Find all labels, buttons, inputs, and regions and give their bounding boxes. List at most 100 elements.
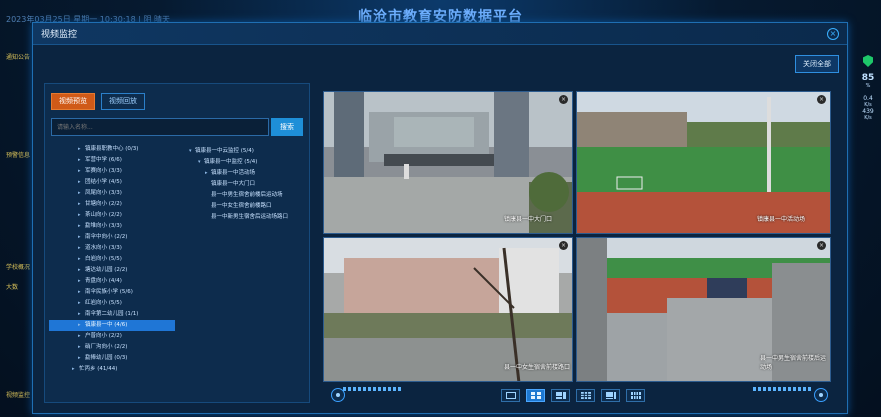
tree-item[interactable]: ▸ 南伞中向小 (2/2) [45, 232, 185, 243]
search-button[interactable]: 搜索 [271, 118, 303, 136]
chevron-right-icon: ▸ [78, 223, 81, 229]
video-monitor-modal: 视频监控 × 关闭全部 视频预览 视频回放 搜索 ▸镇康县职教中心 (0/3) … [32, 22, 848, 414]
tree-item[interactable]: ▸ 凤尾向小 (3/3) [45, 188, 185, 199]
tab-video-preview[interactable]: 视频预览 [51, 93, 95, 110]
bg-left-label: 大数 [6, 284, 19, 291]
layout-1plus5-icon [555, 392, 566, 399]
tree-item[interactable]: ▸ 硝厂沟向小 (2/2) [45, 342, 185, 353]
video-cell[interactable]: × 县一中女生宿舍前楼路口 [323, 237, 573, 382]
decorative-dashes [343, 387, 403, 391]
camera-feed-gate [324, 92, 572, 233]
playback-toolbar [325, 384, 832, 406]
video-cell[interactable]: × 镇康县一中大门口 [323, 91, 573, 234]
chevron-right-icon: ▸ [78, 344, 81, 350]
tree-item[interactable]: ▸ 镇康县一中活动场 [185, 168, 311, 179]
cpu-value: 85 [861, 73, 875, 83]
chevron-right-icon: ▸ [78, 256, 81, 262]
layout-1plus7-icon [605, 392, 616, 399]
video-cell[interactable]: × 镇康县一中活动场 [576, 91, 831, 234]
layout-3x3-button[interactable] [576, 389, 595, 402]
layout-4x4-button[interactable] [626, 389, 645, 402]
cpu-unit: % [865, 83, 871, 89]
layout-1plus5-button[interactable] [551, 389, 570, 402]
tree-item[interactable]: ▸ 南伞民族小学 (5/6) [45, 287, 185, 298]
tree-item[interactable]: ▸ 户普向小 (2/2) [45, 331, 185, 342]
chevron-down-icon: ▾ [189, 148, 192, 154]
camera-item[interactable]: 县一中女生宿舍前楼路口 [185, 201, 311, 212]
chevron-right-icon: ▸ [78, 157, 81, 163]
chevron-down-icon: ▾ [198, 159, 201, 165]
video-grid: × 镇康县一中大门口 × 镇康县一中活动场 × 县一中女生宿舍前楼路口 × 县一… [323, 91, 832, 382]
tree-item[interactable]: ▸ 道水向小 (3/3) [45, 243, 185, 254]
camera-label: 县一中女生宿舍前楼路口 [504, 364, 571, 371]
playback-control-right[interactable] [814, 388, 828, 402]
close-icon[interactable]: × [817, 95, 826, 104]
bg-left-label: 预警信息 [6, 152, 31, 159]
search-input[interactable] [51, 118, 269, 136]
chevron-right-icon: ▸ [78, 355, 81, 361]
tree-item[interactable]: ▸ 甘塘向小 (2/2) [45, 199, 185, 210]
close-icon[interactable]: × [817, 241, 826, 250]
chevron-right-icon: ▸ [78, 168, 81, 174]
shield-icon [863, 55, 873, 67]
chevron-right-icon: ▸ [78, 322, 81, 328]
chevron-right-icon: ▸ [78, 278, 81, 284]
camera-feed-dorm [324, 238, 572, 381]
tree-item-region[interactable]: ▸ 忙丙乡 (41/44) [45, 364, 185, 375]
chevron-right-icon: ▸ [78, 300, 81, 306]
chevron-right-icon: ▸ [78, 234, 81, 240]
close-icon[interactable]: × [559, 241, 568, 250]
tree-item[interactable]: ▸ 南伞第二幼儿园 (1/1) [45, 309, 185, 320]
chevron-right-icon: ▸ [78, 212, 81, 218]
tree-item[interactable]: ▸ 镇康县职教中心 (0/3) [45, 144, 185, 155]
tree-item[interactable]: ▾ 镇康县一中监控 (5/4) [185, 157, 311, 168]
chevron-right-icon: ▸ [78, 267, 81, 273]
device-tree-panel: 视频预览 视频回放 搜索 ▸镇康县职教中心 (0/3) ▸军营中学 (6/6) … [44, 83, 310, 403]
decorative-dashes [753, 387, 813, 391]
modal-header: 视频监控 × [33, 23, 847, 45]
tree-item[interactable]: ▸ 勐捧幼儿园 (0/3) [45, 353, 185, 364]
camera-item[interactable]: 镇康县一中大门口 [185, 179, 311, 190]
upload-value: 0.4 [863, 95, 873, 102]
chevron-right-icon: ▸ [78, 289, 81, 295]
close-all-button[interactable]: 关闭全部 [795, 55, 839, 73]
video-cell[interactable]: × 县一中男生宿舍前楼后运动场 [576, 237, 831, 382]
camera-label: 镇康县一中大门口 [504, 216, 553, 223]
chevron-right-icon: ▸ [72, 366, 75, 372]
chevron-right-icon: ▸ [78, 190, 81, 196]
tree-item-selected[interactable]: ▸ 镇康县一中 (4/6) [49, 320, 175, 331]
layout-1plus7-button[interactable] [601, 389, 620, 402]
chevron-right-icon: ▸ [78, 333, 81, 339]
tree-item[interactable]: ▸ 塘达幼儿园 (2/2) [45, 265, 185, 276]
layout-1x1-button[interactable] [501, 389, 520, 402]
layout-switcher [501, 389, 645, 402]
chevron-right-icon: ▸ [205, 170, 208, 176]
bg-left-label: 通知公告 [6, 54, 31, 61]
tree-item[interactable]: ▾ 镇康县一中云监控 (5/4) [185, 146, 311, 157]
bg-left-label: 视频监控 [6, 392, 31, 399]
layout-2x2-button[interactable] [526, 389, 545, 402]
camera-item[interactable]: 县一中新男生宿舍后运动场路口 [185, 212, 311, 223]
tree-item[interactable]: ▸ 白岩向小 (5/5) [45, 254, 185, 265]
download-value: 439 [862, 108, 874, 115]
tree-item[interactable]: ▸ 军赛向小 (3/3) [45, 166, 185, 177]
close-icon[interactable]: × [559, 95, 568, 104]
tree-item[interactable]: ▸ 团结小学 (4/5) [45, 177, 185, 188]
tree-item[interactable]: ▸ 青盘向小 (4/4) [45, 276, 185, 287]
chevron-right-icon: ▸ [78, 311, 81, 317]
bg-left-label: 学校概况 [6, 264, 31, 271]
device-tree-left: ▸ 镇康县职教中心 (0/3) ▸ 军营中学 (6/6) ▸ 军赛向小 (3/3) ▸… [45, 144, 185, 402]
tree-item[interactable]: ▸ 军营中学 (6/6) [45, 155, 185, 166]
tab-video-playback[interactable]: 视频回放 [101, 93, 145, 110]
camera-label: 镇康县一中活动场 [757, 216, 806, 223]
tree-item[interactable]: ▸ 勐堆向小 (3/3) [45, 221, 185, 232]
chevron-right-icon: ▸ [78, 179, 81, 185]
download-unit: K/s [864, 115, 872, 121]
close-icon[interactable]: × [827, 27, 839, 40]
tree-item[interactable]: ▸ 茶山向小 (2/2) [45, 210, 185, 221]
tree-item[interactable]: ▸ 红岩向小 (5/5) [45, 298, 185, 309]
layout-1x1-icon [505, 392, 516, 399]
camera-item[interactable]: 县一中男生宿舍前楼后运动场 [185, 190, 311, 201]
camera-feed-field [577, 92, 830, 233]
network-stats: 85 % 0.4 K/s 439 K/s [859, 55, 877, 121]
